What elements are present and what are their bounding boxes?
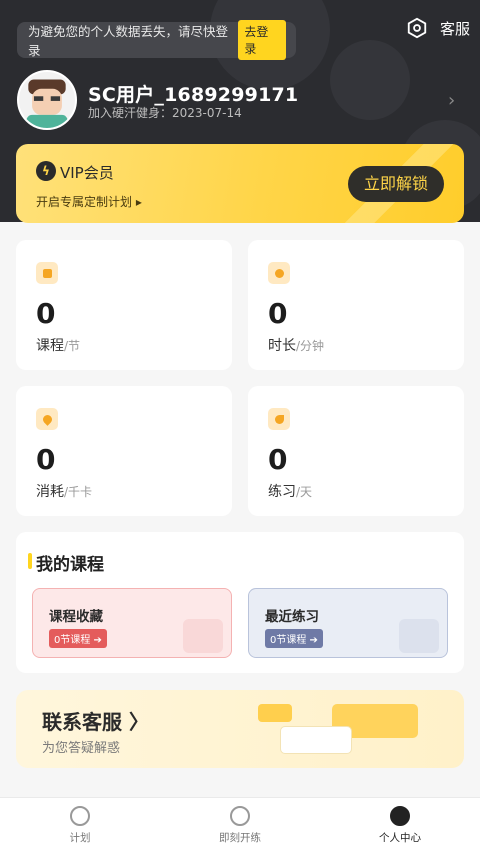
stat-value: 0 bbox=[36, 297, 56, 330]
tab-profile[interactable]: 个人中心 bbox=[350, 806, 450, 845]
favorites-title: 课程收藏 bbox=[49, 609, 103, 625]
recent-title: 最近练习 bbox=[265, 609, 319, 625]
stat-card-calories[interactable]: 0 消耗/千卡 bbox=[16, 386, 232, 516]
course-box-icon bbox=[36, 262, 58, 284]
section-accent-bar bbox=[28, 553, 32, 569]
stat-label-text: 消耗 bbox=[36, 484, 64, 500]
tab-label: 个人中心 bbox=[379, 832, 421, 844]
stat-unit: /千卡 bbox=[64, 485, 93, 499]
stat-card-courses[interactable]: 0 课程/节 bbox=[16, 240, 232, 370]
tab-label: 即刻开练 bbox=[219, 832, 261, 844]
stat-unit: /分钟 bbox=[296, 339, 325, 353]
banner-text: 为避免您的个人数据丢失，请尽快登录 bbox=[28, 24, 229, 58]
stat-label: 消耗/千卡 bbox=[36, 481, 92, 501]
stat-value: 0 bbox=[268, 443, 288, 476]
favorites-card[interactable]: 课程收藏 0节课程 ➔ bbox=[32, 588, 232, 658]
section-title: 我的课程 bbox=[36, 555, 104, 575]
customer-service-link[interactable]: 客服 bbox=[440, 18, 470, 39]
pulse-icon bbox=[70, 806, 90, 826]
tab-plan[interactable]: 计划 bbox=[30, 806, 130, 845]
chat-bubble-icon bbox=[258, 704, 292, 722]
favorites-count-badge: 0节课程 ➔ bbox=[49, 629, 107, 648]
stat-label: 课程/节 bbox=[36, 335, 80, 355]
stat-label-text: 课程 bbox=[36, 338, 64, 354]
login-button[interactable]: 去登录 bbox=[238, 20, 286, 60]
bg-decoration bbox=[330, 40, 410, 120]
settings-hex-icon[interactable] bbox=[406, 17, 428, 39]
clock-folder-icon bbox=[399, 619, 439, 653]
stopwatch-icon bbox=[268, 262, 290, 284]
avatar[interactable] bbox=[17, 70, 77, 130]
lightning-icon: ϟ bbox=[36, 161, 56, 181]
stat-card-practice[interactable]: 0 练习/天 bbox=[248, 386, 464, 516]
stat-unit: /节 bbox=[64, 339, 81, 353]
tab-label: 计划 bbox=[69, 832, 91, 844]
bottom-tab-bar: 计划 即刻开练 个人中心 bbox=[0, 797, 480, 853]
login-reminder-banner: 为避免您的个人数据丢失，请尽快登录 去登录 bbox=[17, 20, 296, 60]
stat-label: 练习/天 bbox=[268, 481, 312, 501]
chat-bubble-icon bbox=[280, 726, 352, 754]
contact-title: 联系客服 〉 bbox=[42, 710, 149, 734]
vip-subtitle[interactable]: 开启专属定制计划 ▸ bbox=[36, 193, 142, 210]
vip-card[interactable]: ϟ VIP会员 开启专属定制计划 ▸ 立即解锁 bbox=[16, 144, 464, 223]
contact-service-card[interactable]: 联系客服 〉 为您答疑解惑 bbox=[16, 690, 464, 768]
stat-label: 时长/分钟 bbox=[268, 335, 324, 355]
flame-icon bbox=[36, 408, 58, 430]
join-date: 加入硬汗健身：2023-07-14 bbox=[88, 106, 242, 120]
stat-unit: /天 bbox=[296, 485, 313, 499]
stat-value: 0 bbox=[36, 443, 56, 476]
muscle-arm-icon bbox=[268, 408, 290, 430]
recent-practice-card[interactable]: 最近练习 0节课程 ➔ bbox=[248, 588, 448, 658]
recent-count-badge: 0节课程 ➔ bbox=[265, 629, 323, 648]
my-courses-panel: 我的课程 课程收藏 0节课程 ➔ 最近练习 0节课程 ➔ bbox=[16, 532, 464, 673]
stat-label-text: 练习 bbox=[268, 484, 296, 500]
chevron-right-icon[interactable]: › bbox=[448, 90, 455, 111]
username[interactable]: SC用户_1689299171 bbox=[88, 80, 298, 107]
stopwatch-icon bbox=[230, 806, 250, 826]
unlock-button[interactable]: 立即解锁 bbox=[348, 166, 444, 202]
avatar-image bbox=[19, 72, 75, 128]
heart-folder-icon bbox=[183, 619, 223, 653]
person-icon bbox=[390, 806, 410, 826]
vip-title: VIP会员 bbox=[60, 164, 114, 182]
tab-start-training[interactable]: 即刻开练 bbox=[190, 806, 290, 845]
stat-card-duration[interactable]: 0 时长/分钟 bbox=[248, 240, 464, 370]
stat-label-text: 时长 bbox=[268, 338, 296, 354]
contact-subtitle: 为您答疑解惑 bbox=[42, 741, 121, 756]
stat-value: 0 bbox=[268, 297, 288, 330]
